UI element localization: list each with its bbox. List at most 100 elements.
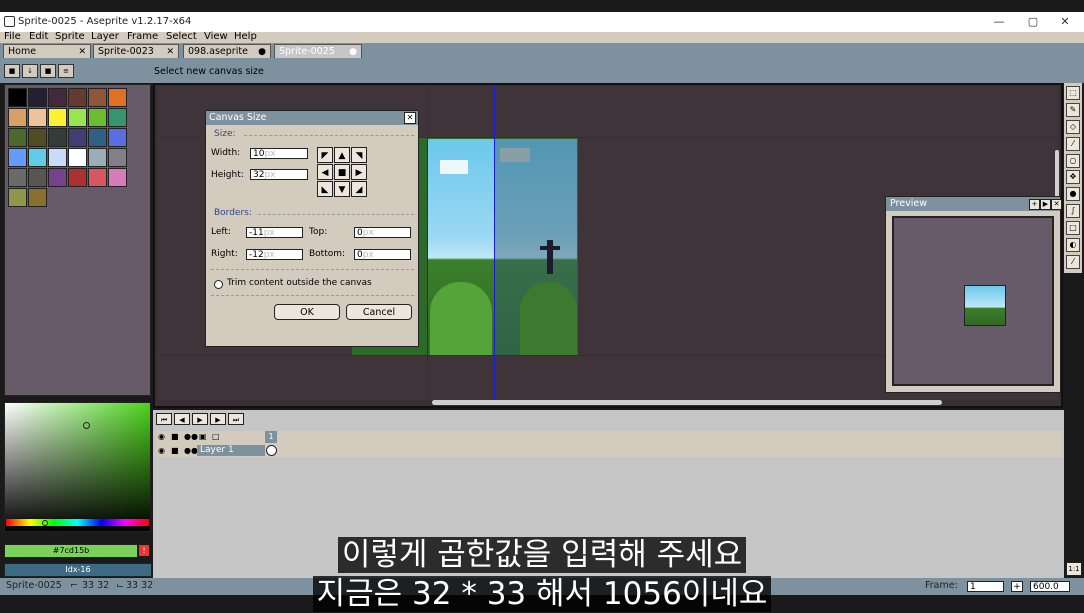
preview-zoom-icon[interactable]: + (1029, 199, 1040, 210)
eye-icon[interactable]: ◉ (158, 446, 165, 455)
prev-frame-button[interactable]: ◀ (174, 413, 190, 425)
preview-close-icon[interactable]: ✕ (1051, 199, 1062, 210)
palette-swatch[interactable] (28, 88, 47, 107)
palette-swatch[interactable] (28, 108, 47, 127)
palette-swatch[interactable] (108, 168, 127, 187)
palette-swatch[interactable] (88, 88, 107, 107)
eraser-tool-icon[interactable]: ◇ (1066, 120, 1080, 134)
download-icon[interactable]: ↓ (22, 64, 38, 78)
menu-help[interactable]: Help (234, 31, 257, 42)
anchor-top-icon[interactable]: ▲ (334, 147, 350, 163)
move-tool-icon[interactable]: ✥ (1066, 170, 1080, 184)
palette-swatch[interactable] (68, 108, 87, 127)
bottom-field[interactable]: 0px (354, 249, 411, 260)
anchor-bottom-icon[interactable]: ▼ (334, 181, 350, 197)
palette-swatch[interactable] (88, 108, 107, 127)
frame-number[interactable]: 1 (265, 431, 277, 443)
marquee-tool-icon[interactable]: ⬚ (1066, 86, 1080, 100)
palette-swatch[interactable] (8, 128, 27, 147)
anchor-top-right-icon[interactable]: ◥ (351, 147, 367, 163)
palette-swatch[interactable] (48, 168, 67, 187)
palette-swatch[interactable] (8, 148, 27, 167)
blur-tool-icon[interactable]: ⁄ (1066, 255, 1080, 269)
preview-play-icon[interactable]: ▶ (1040, 199, 1051, 210)
maximize-button[interactable]: ▢ (1018, 14, 1048, 30)
palette-swatch[interactable] (108, 88, 127, 107)
left-field[interactable]: -11px (246, 227, 303, 238)
palette-swatch[interactable] (88, 148, 107, 167)
zoom-tool-icon[interactable]: ○ (1066, 154, 1080, 168)
trim-checkbox[interactable] (214, 280, 223, 289)
cancel-button[interactable]: Cancel (346, 304, 412, 320)
palette-swatch[interactable] (68, 88, 87, 107)
palette-swatch[interactable] (28, 188, 47, 207)
palette-swatch[interactable] (8, 168, 27, 187)
menu-layer[interactable]: Layer (91, 31, 119, 42)
contour-tool-icon[interactable]: ◐ (1066, 238, 1080, 252)
color-picker-field[interactable] (4, 402, 151, 532)
menu-icon[interactable]: ≡ (58, 64, 74, 78)
horizontal-scrollbar[interactable] (432, 400, 942, 405)
palette-swatch[interactable] (8, 88, 27, 107)
tab-close-icon[interactable]: ✕ (166, 45, 174, 59)
next-frame-button[interactable]: ▶ (210, 413, 226, 425)
lock-icon[interactable]: ■ (4, 64, 20, 78)
layer-row[interactable] (156, 444, 1063, 457)
menu-view[interactable]: View (204, 31, 228, 42)
palette-swatch[interactable] (108, 148, 127, 167)
menu-select[interactable]: Select (166, 31, 197, 42)
continuous-icon[interactable]: ●● (184, 446, 198, 455)
menu-edit[interactable]: Edit (29, 31, 48, 42)
palette-swatch[interactable] (48, 148, 67, 167)
palette-swatch[interactable] (108, 128, 127, 147)
palette-swatch[interactable] (88, 168, 107, 187)
onion-skin-icon[interactable]: □ (212, 432, 220, 441)
palette-swatch[interactable] (8, 188, 27, 207)
palette-swatch[interactable] (108, 108, 127, 127)
fill-tool-icon[interactable]: ● (1066, 187, 1080, 201)
palette-swatch[interactable] (68, 128, 87, 147)
layers-header-icon[interactable]: ▣ (199, 432, 207, 441)
rectangle-tool-icon[interactable]: □ (1066, 221, 1080, 235)
anchor-bottom-left-icon[interactable]: ◣ (317, 181, 333, 197)
palette-swatch[interactable] (48, 108, 67, 127)
close-button[interactable]: ✕ (1050, 14, 1080, 30)
hue-slider[interactable] (6, 519, 149, 526)
anchor-left-icon[interactable]: ◀ (317, 164, 333, 180)
tab-098-aseprite[interactable]: 098.aseprite ● (183, 44, 271, 58)
palette-swatch[interactable] (68, 148, 87, 167)
palette-swatch[interactable] (88, 128, 107, 147)
palette-swatch[interactable] (68, 168, 87, 187)
eyedropper-tool-icon[interactable]: ⁄ (1066, 137, 1080, 151)
pencil-tool-icon[interactable]: ✎ (1066, 103, 1080, 117)
continuous-header-icon[interactable]: ●● (184, 432, 198, 441)
last-frame-button[interactable]: ⏭ (228, 413, 244, 425)
tab-home[interactable]: Home ✕ (3, 44, 91, 58)
tab-close-icon[interactable]: ✕ (78, 45, 86, 59)
palette-swatch[interactable] (28, 168, 47, 187)
top-field[interactable]: 0px (354, 227, 411, 238)
ok-button[interactable]: OK (274, 304, 340, 320)
width-field[interactable]: 10px (250, 148, 308, 159)
anchor-top-left-icon[interactable]: ◤ (317, 147, 333, 163)
minimize-button[interactable]: — (984, 14, 1014, 30)
palette-swatch[interactable] (8, 108, 27, 127)
palette-swatch[interactable] (48, 128, 67, 147)
visibility-header-icon[interactable]: ◉ (158, 432, 165, 441)
menu-sprite[interactable]: Sprite (55, 31, 85, 42)
tab-sprite-0025[interactable]: Sprite-0025 ● (274, 44, 362, 58)
height-field[interactable]: 32px (250, 169, 308, 180)
play-button[interactable]: ▶ (192, 413, 208, 425)
dialog-close-icon[interactable]: ✕ (404, 112, 416, 124)
layer-name[interactable]: Layer 1 (197, 445, 265, 456)
palette-swatch[interactable] (28, 128, 47, 147)
layer-cel[interactable] (266, 445, 277, 456)
curve-tool-icon[interactable]: ∫ (1066, 204, 1080, 218)
lock-header-icon[interactable]: ■ (171, 432, 179, 441)
right-field[interactable]: -12px (246, 249, 303, 260)
lock-icon[interactable]: ■ (171, 446, 179, 455)
menu-file[interactable]: File (4, 31, 21, 42)
save-icon[interactable]: ■ (40, 64, 56, 78)
palette-swatch[interactable] (28, 148, 47, 167)
anchor-center-icon[interactable]: ■ (334, 164, 350, 180)
